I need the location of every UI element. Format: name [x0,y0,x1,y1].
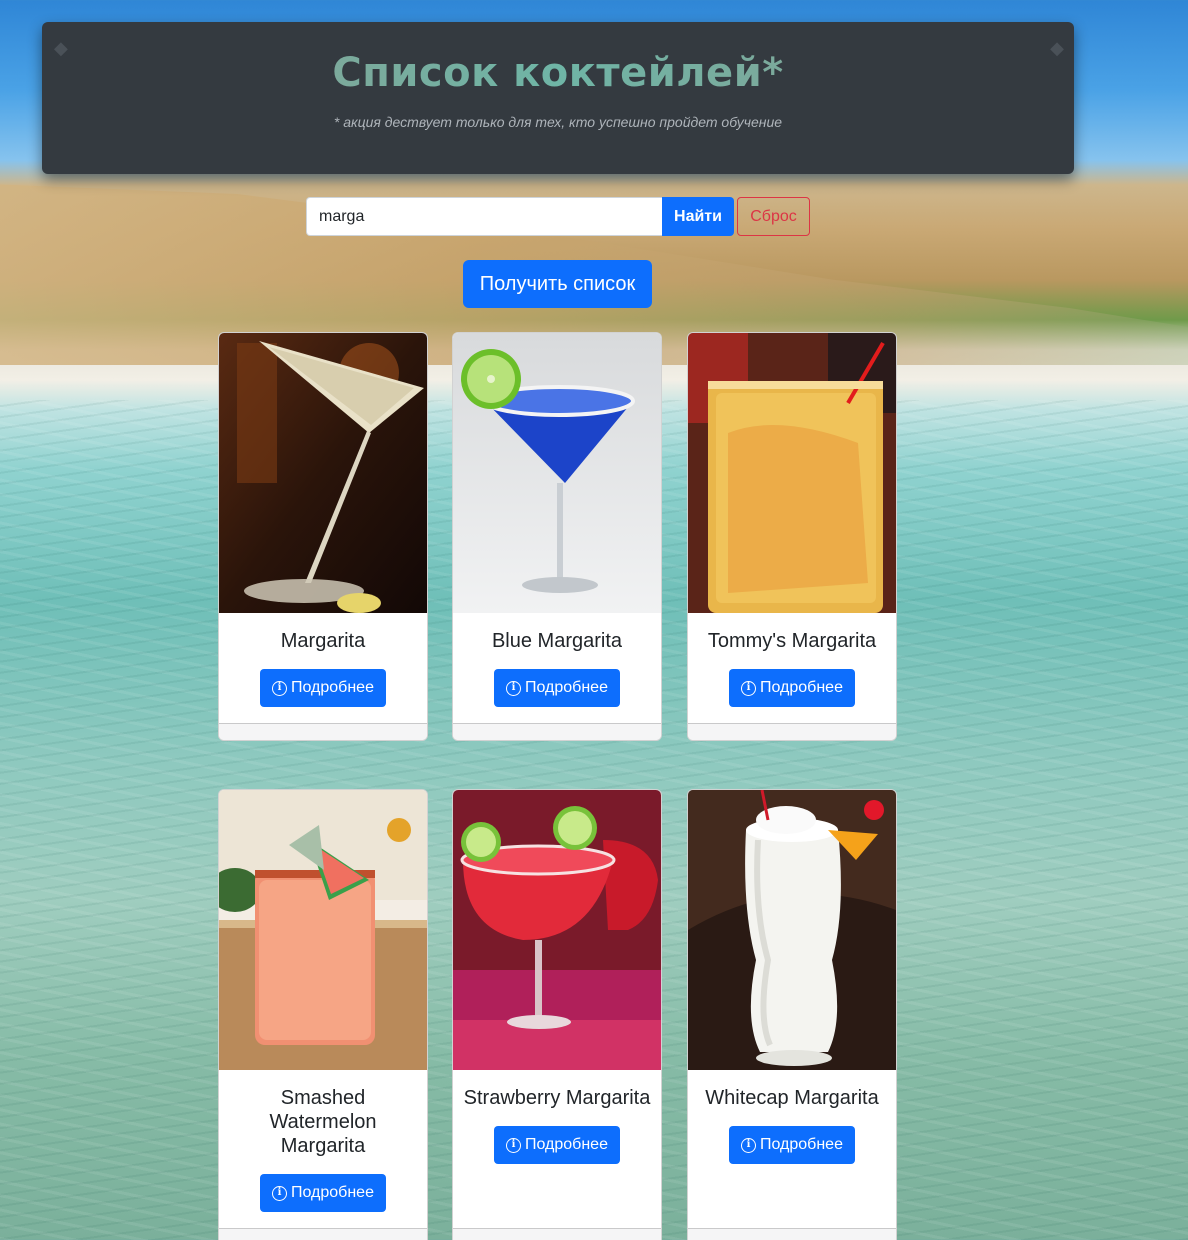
cocktail-card: Whitecap Margarita i Подробнее [687,789,897,1240]
details-button-label: Подробнее [525,679,608,696]
cocktail-title: Smashed Watermelon Margarita [269,1087,377,1157]
cocktail-card: Strawberry Margarita i Подробнее [452,789,662,1240]
details-button[interactable]: i Подробнее [494,1126,620,1164]
details-button[interactable]: i Подробнее [260,1174,386,1212]
promo-note: * акция дествует только для тех, кто усп… [333,114,783,130]
details-button[interactable]: i Подробнее [729,1126,855,1164]
cocktail-title: Margarita [280,630,366,652]
cocktail-card: Tommy's Margarita i Подробнее [687,332,897,741]
decor-diamond-icon: ◆ [54,38,68,58]
card-footer [453,1228,661,1240]
search-input[interactable] [306,197,662,236]
info-icon: i [506,1137,521,1153]
find-button[interactable]: Найти [662,197,734,236]
details-button-label: Подробнее [760,679,843,696]
cocktail-card: Smashed Watermelon Margarita i Подробнее [218,789,428,1240]
details-button[interactable]: i Подробнее [494,669,620,707]
details-button-label: Подробнее [291,679,374,696]
cocktail-photo [688,333,896,613]
details-button[interactable]: i Подробнее [729,669,855,707]
card-footer [688,1228,896,1240]
details-button-label: Подробнее [291,1184,374,1201]
cocktail-title: Whitecap Margarita [705,1087,879,1109]
info-icon: i [272,1185,287,1201]
cocktail-photo [219,333,427,613]
search-bar: Найти Сброс [306,197,810,236]
card-footer [219,723,427,740]
card-footer [688,723,896,740]
reset-button[interactable]: Сброс [737,197,810,236]
card-footer [453,723,661,740]
page-title: Список коктейлей* [42,50,1074,96]
info-icon: i [506,680,521,696]
details-button-label: Подробнее [525,1136,608,1153]
get-list-button[interactable]: Получить список [463,260,652,308]
details-button-label: Подробнее [760,1136,843,1153]
cocktail-title: Strawberry Margarita [463,1087,651,1109]
details-button[interactable]: i Подробнее [260,669,386,707]
cocktail-photo [453,790,661,1070]
cocktail-card: Blue Margarita i Подробнее [452,332,662,741]
cocktail-photo [688,790,896,1070]
cocktail-card: Margarita i Подробнее [218,332,428,741]
page-header: ◆ ◆ Список коктейлей* * акция дествует т… [42,22,1074,174]
cocktail-title: Tommy's Margarita [707,630,877,652]
info-icon: i [741,680,756,696]
info-icon: i [741,1137,756,1153]
info-icon: i [272,680,287,696]
cocktail-photo [219,790,427,1070]
cocktail-photo [453,333,661,613]
cocktail-title: Blue Margarita [491,630,623,652]
card-footer [219,1228,427,1240]
decor-diamond-icon: ◆ [1050,38,1064,58]
